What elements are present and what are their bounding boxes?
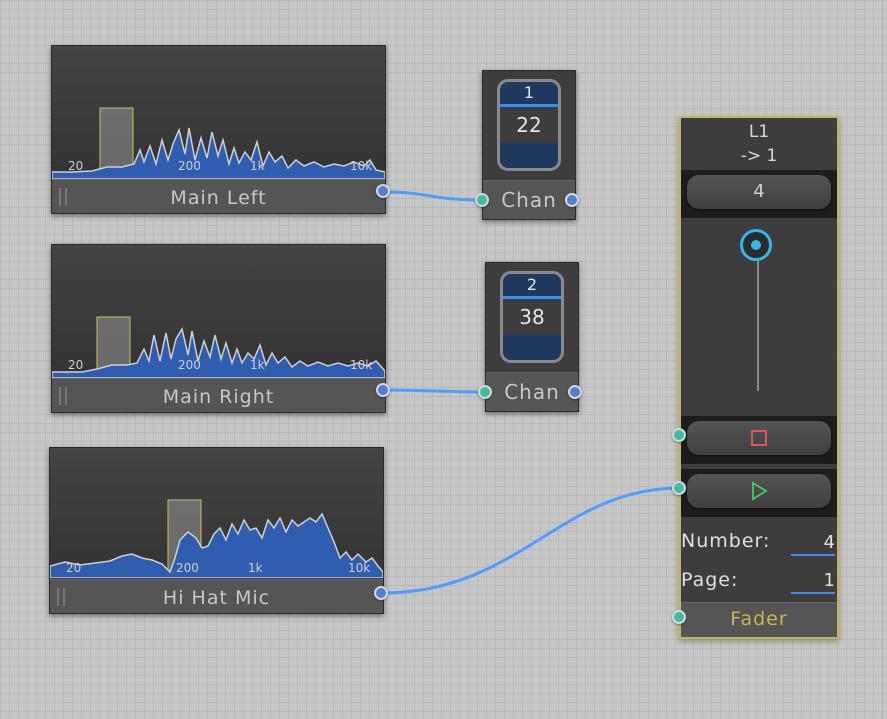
tick-10k: 10k (350, 358, 373, 372)
node-footer[interactable]: Chan (486, 372, 578, 411)
tick-200: 200 (178, 358, 201, 372)
wire-main-left-to-chan-1 (383, 190, 483, 202)
fader-knob-icon[interactable] (740, 229, 772, 261)
tick-20: 20 (68, 358, 84, 372)
output-port[interactable] (376, 383, 390, 397)
fader-title-line-2: -> 1 (740, 146, 778, 166)
play-button[interactable] (687, 474, 831, 508)
channel-number: 2 (503, 274, 561, 299)
spectrum-graph: 20 200 1k 10k (52, 46, 385, 179)
number-label: Number: (681, 530, 771, 552)
play-input-port[interactable] (672, 481, 686, 495)
node-title: Fader (730, 608, 788, 630)
spectrum-svg (50, 499, 383, 578)
spectrum-node-main-left[interactable]: 20 200 1k 10k Main Left (51, 45, 386, 214)
spectrum-graph: 20 200 1k 10k (50, 448, 383, 578)
input-port[interactable] (475, 193, 489, 207)
page-field[interactable]: 1 (791, 570, 835, 594)
node-footer[interactable]: Hi Hat Mic (50, 579, 383, 613)
spectrum-graph: 20 200 1k 10k (52, 245, 385, 378)
tick-200: 200 (176, 561, 199, 575)
tick-1k: 1k (250, 358, 265, 372)
fader-title: L1 -> 1 (681, 120, 837, 168)
tick-1k: 1k (250, 159, 265, 173)
play-button-row (681, 469, 837, 517)
node-footer[interactable]: Chan (483, 180, 575, 219)
channel-value[interactable]: 38 (503, 299, 561, 335)
channel-display[interactable]: 2 38 (500, 271, 564, 363)
node-title: Chan (504, 380, 560, 404)
spectrum-svg (52, 107, 385, 179)
wire-main-right-to-chan-2 (383, 388, 486, 394)
tick-1k: 1k (248, 561, 263, 575)
node-title: Main Right (162, 386, 275, 408)
chan-node-1[interactable]: 1 22 Chan (482, 70, 576, 220)
input-port[interactable] (478, 385, 492, 399)
tick-200: 200 (178, 159, 201, 173)
spectrum-node-hi-hat-mic[interactable]: 20 200 1k 10k Hi Hat Mic (49, 447, 384, 614)
output-port[interactable] (568, 385, 582, 399)
spectrum-curve (50, 512, 383, 578)
square-stop-icon (751, 430, 767, 446)
tick-10k: 10k (348, 561, 371, 575)
node-footer[interactable]: Main Right (52, 378, 385, 412)
chan-node-2[interactable]: 2 38 Chan (485, 262, 579, 412)
channel-number: 1 (500, 82, 558, 107)
tick-20: 20 (68, 159, 84, 173)
fader-slider-track[interactable] (757, 246, 759, 391)
node-title: Chan (501, 188, 557, 212)
channel-display[interactable]: 1 22 (497, 79, 561, 171)
output-port[interactable] (376, 184, 390, 198)
fader-title-line-1: L1 (748, 122, 770, 142)
value-display[interactable]: 4 (687, 175, 831, 209)
fader-node[interactable]: L1 -> 1 4 Number: 4 Page: 1 Fader (679, 116, 839, 639)
stop-input-port[interactable] (672, 428, 686, 442)
spectrum-node-main-right[interactable]: 20 200 1k 10k Main Right (51, 244, 386, 413)
output-port[interactable] (565, 193, 579, 207)
stop-button[interactable] (687, 421, 831, 455)
channel-value[interactable]: 22 (500, 107, 558, 143)
spectrum-svg (52, 316, 385, 378)
fader-input-port[interactable] (672, 610, 686, 624)
play-triangle-icon (752, 481, 768, 501)
node-title: Hi Hat Mic (162, 587, 271, 609)
wire-hi-hat-to-fader-play (381, 486, 681, 595)
node-title: Main Left (170, 187, 267, 209)
page-label: Page: (681, 569, 739, 591)
tick-20: 20 (66, 561, 82, 575)
node-footer[interactable]: Main Left (52, 179, 385, 213)
band-highlight (99, 107, 134, 175)
output-port[interactable] (374, 586, 388, 600)
number-field[interactable]: 4 (791, 532, 835, 556)
value-display-row: 4 (681, 170, 837, 218)
stop-button-row (681, 416, 837, 464)
tick-10k: 10k (350, 159, 373, 173)
node-footer[interactable]: Fader (681, 602, 837, 637)
